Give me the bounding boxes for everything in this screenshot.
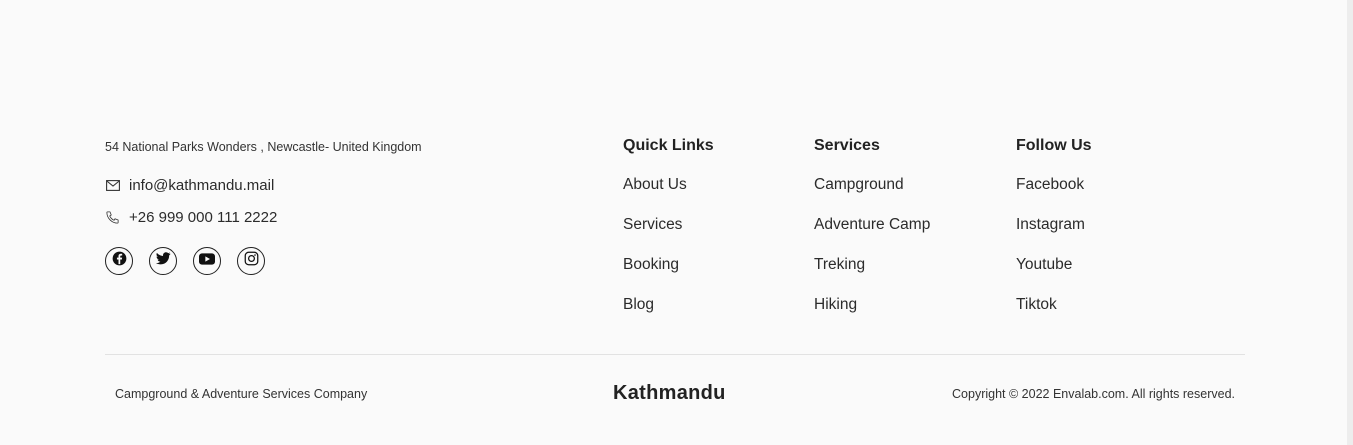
mail-icon (105, 178, 120, 193)
twitter-button[interactable] (149, 247, 177, 275)
follow-link-instagram[interactable]: Instagram (1016, 214, 1092, 254)
facebook-button[interactable] (105, 247, 133, 275)
follow-link-tiktok[interactable]: Tiktok (1016, 294, 1092, 334)
follow-us-column: Follow Us Facebook Instagram Youtube Tik… (1016, 136, 1092, 334)
quick-link-services[interactable]: Services (623, 214, 714, 254)
phone-icon (105, 210, 120, 225)
phone-row[interactable]: +26 999 000 111 2222 (105, 209, 277, 226)
youtube-icon (199, 252, 215, 270)
footer-divider (105, 354, 1245, 355)
email-link[interactable]: info@kathmandu.mail (129, 177, 274, 194)
services-list: Campground Adventure Camp Treking Hiking (814, 174, 930, 334)
email-row[interactable]: info@kathmandu.mail (105, 177, 274, 194)
services-heading: Services (814, 137, 880, 154)
services-column: Services Campground Adventure Camp Treki… (814, 136, 930, 334)
follow-link-youtube[interactable]: Youtube (1016, 254, 1092, 294)
instagram-button[interactable] (237, 247, 265, 275)
quick-link-about-us[interactable]: About Us (623, 174, 714, 214)
twitter-icon (155, 252, 171, 270)
service-link-campground[interactable]: Campground (814, 174, 930, 214)
scrollbar-track[interactable] (1347, 0, 1353, 445)
quick-link-booking[interactable]: Booking (623, 254, 714, 294)
service-link-hiking[interactable]: Hiking (814, 294, 930, 334)
copyright-text: Copyright © 2022 Envalab.com. All rights… (952, 387, 1235, 401)
social-links (105, 247, 265, 275)
service-link-adventure-camp[interactable]: Adventure Camp (814, 214, 930, 254)
brand-logo-text[interactable]: Kathmandu (613, 382, 726, 405)
quick-link-blog[interactable]: Blog (623, 294, 714, 334)
service-link-treking[interactable]: Treking (814, 254, 930, 294)
follow-us-list: Facebook Instagram Youtube Tiktok (1016, 174, 1092, 334)
phone-link[interactable]: +26 999 000 111 2222 (129, 209, 277, 226)
quick-links-list: About Us Services Booking Blog (623, 174, 714, 334)
quick-links-column: Quick Links About Us Services Booking Bl… (623, 136, 714, 334)
facebook-icon (112, 251, 127, 271)
youtube-button[interactable] (193, 247, 221, 275)
site-footer: 54 National Parks Wonders , Newcastle- U… (0, 0, 1353, 445)
quick-links-heading: Quick Links (623, 137, 714, 154)
company-tagline: Campground & Adventure Services Company (115, 387, 368, 401)
instagram-icon (244, 251, 259, 271)
follow-link-facebook[interactable]: Facebook (1016, 174, 1092, 214)
address-text: 54 National Parks Wonders , Newcastle- U… (105, 140, 422, 154)
follow-us-heading: Follow Us (1016, 137, 1092, 154)
